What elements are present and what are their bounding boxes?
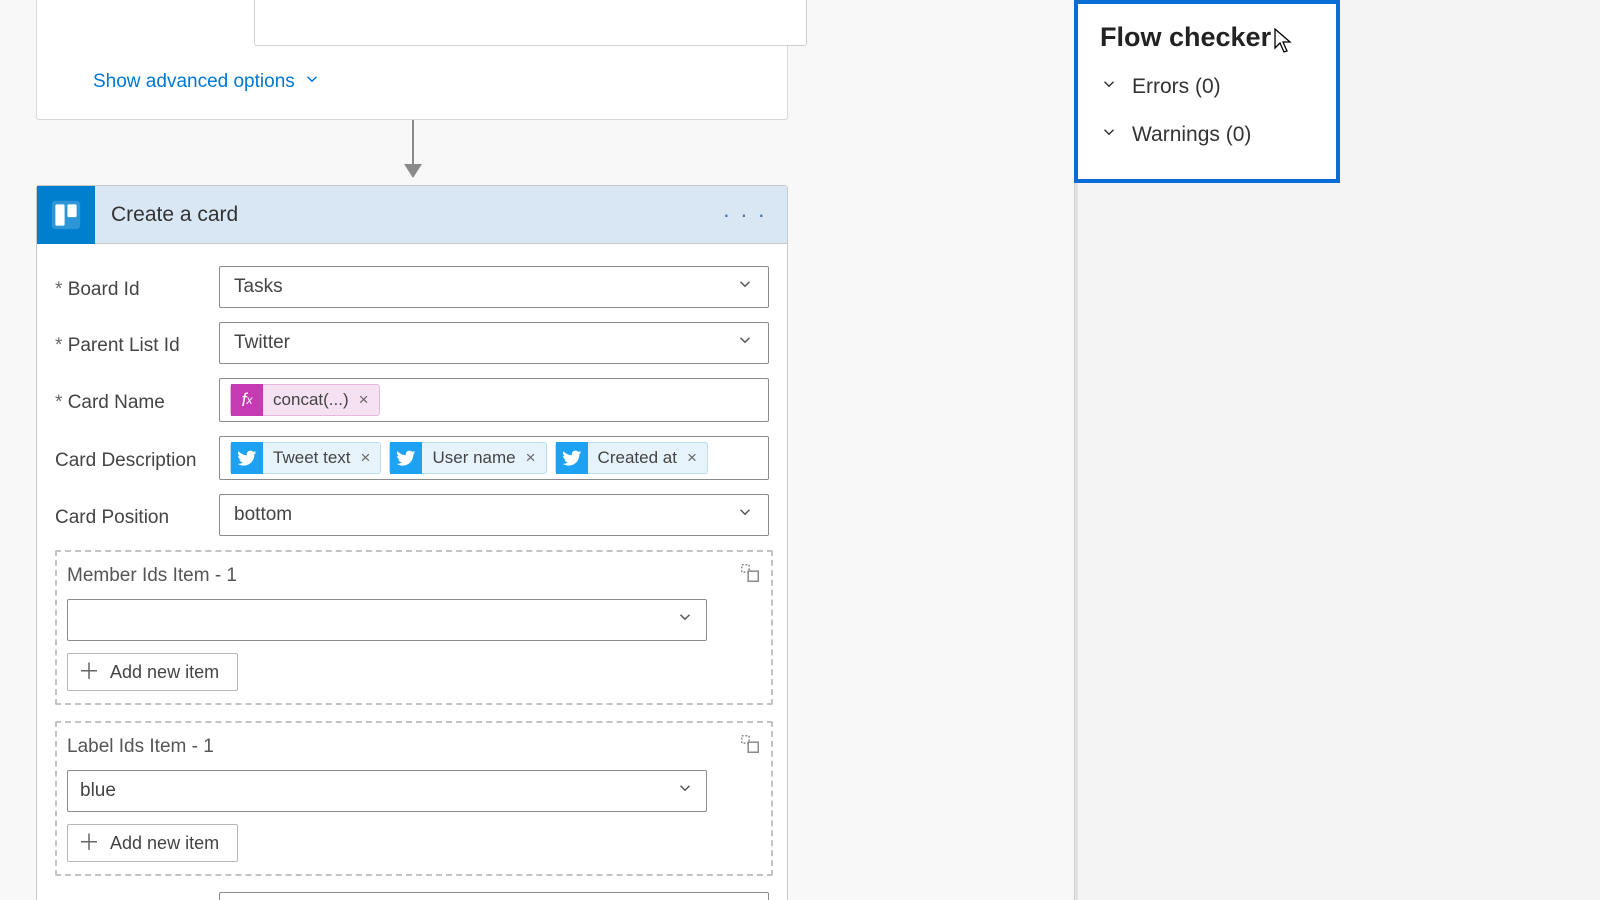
errors-label: Errors (0) (1132, 75, 1221, 99)
token-remove-icon[interactable]: × (526, 448, 546, 468)
row-card-position: Card Position bottom (55, 494, 769, 536)
switch-mode-icon[interactable] (739, 733, 761, 760)
cursor-icon (1274, 28, 1294, 59)
row-card-name: Card Name fx concat(...) × (55, 378, 769, 422)
label-board-id: Board Id (55, 273, 219, 301)
twitter-icon (231, 442, 263, 474)
warnings-label: Warnings (0) (1132, 123, 1251, 147)
card-header[interactable]: Create a card · · · (37, 186, 787, 244)
label-card-name: Card Name (55, 386, 219, 414)
row-parent-list: Parent List Id Twitter (55, 322, 769, 364)
chevron-down-icon (676, 608, 694, 632)
switch-mode-icon[interactable] (739, 562, 761, 589)
chevron-down-icon (736, 331, 754, 355)
row-board-id: Board Id Tasks (55, 266, 769, 308)
card-menu-ellipsis-icon[interactable]: · · · (723, 202, 767, 228)
chevron-down-icon (736, 275, 754, 299)
plus-icon: ＋ (78, 832, 100, 854)
dynamic-token-user-name[interactable]: User name × (389, 442, 546, 474)
chevron-down-icon (736, 503, 754, 527)
label-ids-label: Label Ids Item - 1 (67, 736, 214, 758)
add-item-label: Add new item (110, 833, 219, 854)
fx-icon: fx (231, 384, 263, 416)
plus-icon: ＋ (78, 661, 100, 683)
previous-action-card: Show advanced options (36, 0, 788, 120)
member-id-select[interactable] (67, 599, 707, 641)
card-body: Board Id Tasks Parent List Id Twitter (37, 244, 787, 900)
parent-list-select[interactable]: Twitter (219, 322, 769, 364)
token-remove-icon[interactable]: × (687, 448, 707, 468)
chevron-down-icon (676, 779, 694, 803)
label-card-desc: Card Description (55, 444, 219, 472)
dynamic-token-tweet-text[interactable]: Tweet text × (230, 442, 381, 474)
label-ids-group: Label Ids Item - 1 blue ＋ Add new item (55, 721, 773, 876)
flow-canvas: Show advanced options Create a card · · … (0, 0, 1077, 900)
fx-token-text: concat(...) (263, 390, 359, 410)
row-source-url: Source Url null (55, 892, 769, 900)
card-desc-input[interactable]: Tweet text × User name × C (219, 436, 769, 480)
board-id-select[interactable]: Tasks (219, 266, 769, 308)
card-title: Create a card (111, 203, 723, 227)
card-position-select[interactable]: bottom (219, 494, 769, 536)
twitter-icon (556, 442, 588, 474)
flow-checker-title: Flow checker (1078, 22, 1336, 63)
label-parent-list: Parent List Id (55, 329, 219, 357)
add-item-label: Add new item (110, 662, 219, 683)
card-position-value: bottom (234, 504, 292, 526)
chevron-down-icon (1100, 123, 1118, 147)
parent-list-value: Twitter (234, 332, 290, 354)
chevron-down-icon (1100, 75, 1118, 99)
show-advanced-options-link[interactable]: Show advanced options (93, 70, 321, 94)
advanced-options-label: Show advanced options (93, 71, 295, 93)
connector-arrow (412, 120, 414, 170)
token-text: Created at (588, 448, 687, 468)
add-label-item-button[interactable]: ＋ Add new item (67, 824, 238, 862)
token-remove-icon[interactable]: × (361, 448, 381, 468)
errors-row[interactable]: Errors (0) (1078, 63, 1336, 111)
expression-token-concat[interactable]: fx concat(...) × (230, 384, 380, 416)
token-remove-icon[interactable]: × (359, 390, 379, 410)
row-card-desc: Card Description Tweet text × User name (55, 436, 769, 480)
label-card-position: Card Position (55, 501, 219, 529)
add-member-item-button[interactable]: ＋ Add new item (67, 653, 238, 691)
member-ids-label: Member Ids Item - 1 (67, 565, 237, 587)
member-ids-group: Member Ids Item - 1 ＋ Add new item (55, 550, 773, 705)
chevron-down-icon (303, 70, 321, 94)
board-id-value: Tasks (234, 276, 283, 298)
warnings-row[interactable]: Warnings (0) (1078, 111, 1336, 159)
token-text: Tweet text (263, 448, 360, 468)
label-id-value: blue (80, 780, 116, 802)
source-url-input[interactable]: null (219, 892, 769, 900)
flow-checker-panel: Flow checker Errors (0) Warnings (0) (1074, 0, 1340, 183)
token-text: User name (422, 448, 525, 468)
trello-icon (37, 186, 95, 244)
dynamic-token-created-at[interactable]: Created at × (555, 442, 708, 474)
previous-input-field[interactable] (254, 0, 807, 46)
label-id-select[interactable]: blue (67, 770, 707, 812)
twitter-icon (390, 442, 422, 474)
create-card-action: Create a card · · · Board Id Tasks Paren… (36, 185, 788, 900)
card-name-input[interactable]: fx concat(...) × (219, 378, 769, 422)
